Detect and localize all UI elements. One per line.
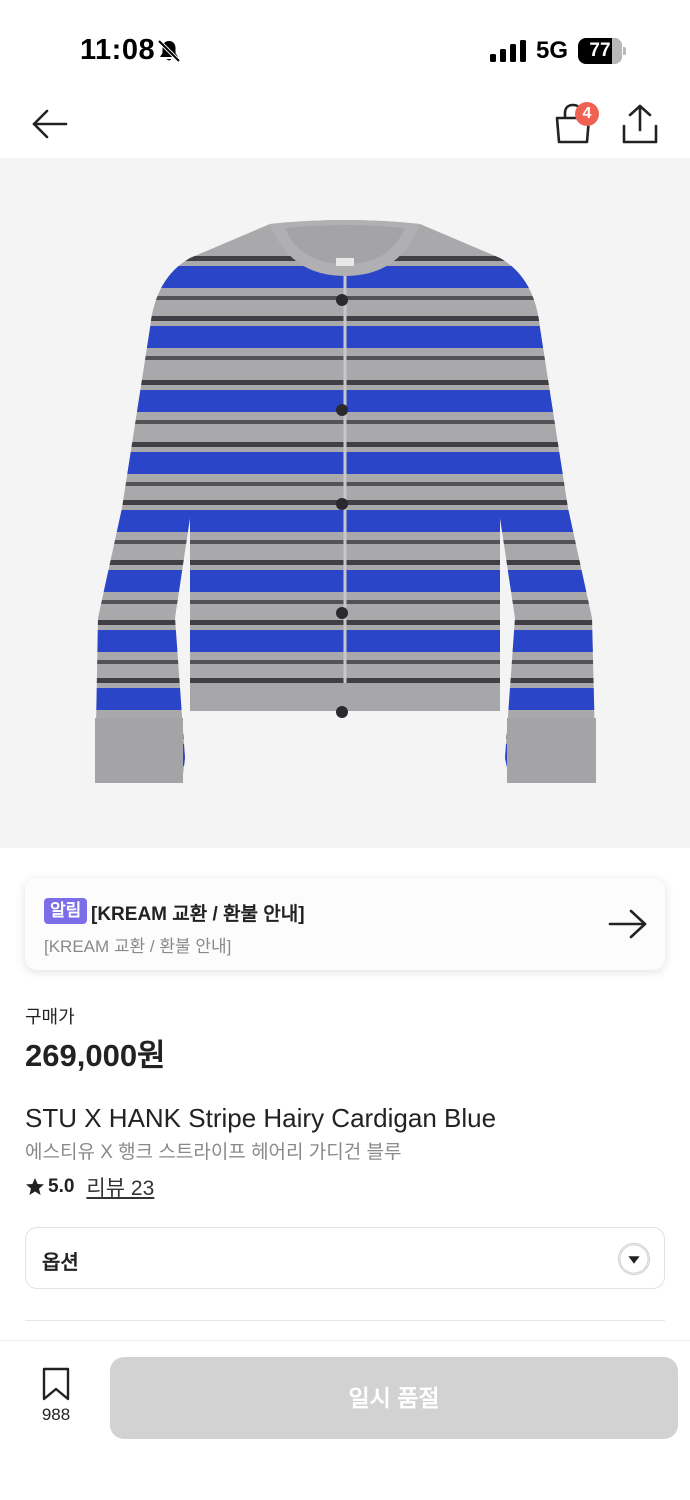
chevron-down-icon bbox=[618, 1243, 650, 1275]
review-link[interactable]: 리뷰 23 bbox=[86, 1172, 154, 1202]
rating-value: 5.0 bbox=[48, 1176, 75, 1197]
signal-icon bbox=[490, 40, 526, 62]
product-name: STU X HANK Stripe Hairy Cardigan Blue bbox=[25, 1103, 497, 1133]
product-name-korean: 에스티유 X 행크 스트라이프 헤어리 가디건 블루 bbox=[25, 1142, 402, 1163]
rating-row: 5.0 리뷰 23 bbox=[25, 1173, 154, 1201]
bookmark-button[interactable]: 988 bbox=[28, 1367, 84, 1429]
star-icon bbox=[26, 1178, 44, 1195]
notice-tag: 알림 bbox=[44, 898, 88, 924]
battery-icon: 77 bbox=[578, 38, 626, 64]
striped-cardigan-image bbox=[95, 220, 596, 783]
share-icon[interactable] bbox=[620, 102, 660, 146]
network-label: 5G bbox=[536, 37, 569, 64]
option-select[interactable]: 옵션 bbox=[25, 1227, 665, 1289]
bell-slash-icon bbox=[157, 39, 181, 63]
cart-count-badge: 4 bbox=[575, 102, 599, 126]
product-image[interactable] bbox=[0, 158, 690, 848]
bookmark-icon bbox=[42, 1367, 70, 1401]
exchange-refund-notice[interactable]: 알림 [KREAM 교환 / 환불 안내] [KREAM 교환 / 환불 안내] bbox=[25, 878, 665, 970]
notice-subtitle: [KREAM 교환 / 환불 안내] bbox=[44, 937, 232, 956]
sold-out-button[interactable]: 일시 품절 bbox=[110, 1357, 678, 1439]
option-label: 옵션 bbox=[42, 1252, 79, 1274]
status-time: 11:08 bbox=[80, 34, 156, 66]
bottom-action-bar: 988 일시 품절 bbox=[0, 1340, 690, 1500]
price-value: 269,000원 bbox=[25, 1038, 166, 1073]
price-label: 구매가 bbox=[25, 1007, 75, 1027]
back-arrow-icon[interactable] bbox=[28, 104, 70, 144]
notice-title: [KREAM 교환 / 환불 안내] bbox=[91, 904, 305, 925]
divider bbox=[25, 1320, 665, 1321]
status-bar: 11:08 5G 77 bbox=[0, 0, 690, 90]
arrow-right-icon bbox=[608, 909, 647, 939]
bookmark-count: 988 bbox=[41, 1405, 71, 1424]
battery-level: 77 bbox=[589, 40, 611, 61]
